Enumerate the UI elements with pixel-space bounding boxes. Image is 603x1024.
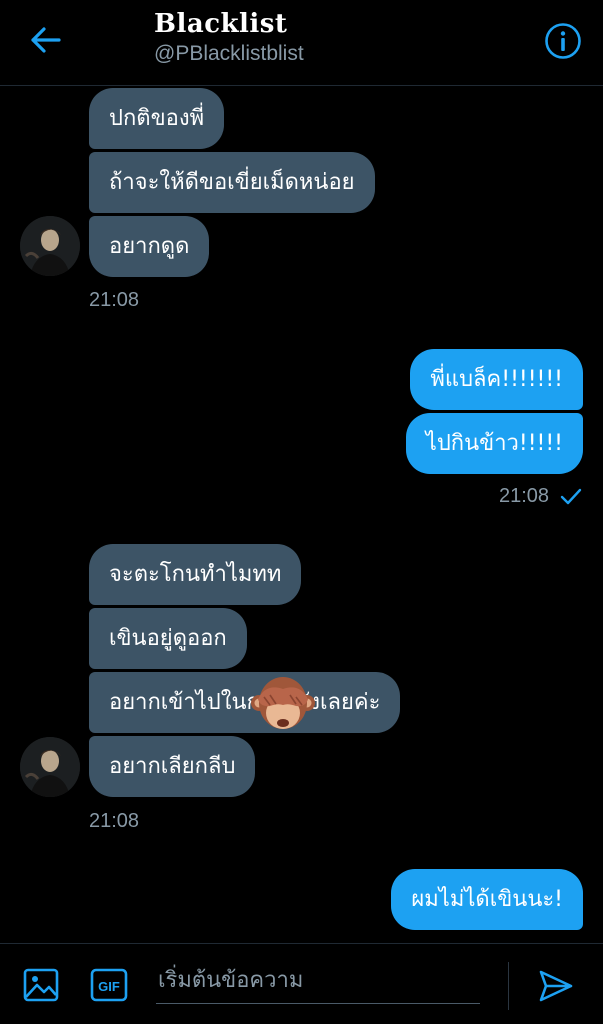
conversation-title: Blacklist xyxy=(154,9,288,39)
avatar[interactable] xyxy=(20,216,80,276)
back-button[interactable] xyxy=(26,20,66,60)
add-image-button[interactable] xyxy=(22,966,60,1004)
send-button[interactable] xyxy=(534,964,578,1008)
composer-divider xyxy=(508,962,509,1010)
incoming-message[interactable]: จะตะโกนทำไมทท xyxy=(89,544,302,605)
info-circle-icon xyxy=(545,23,581,59)
message-timestamp: 21:08 xyxy=(89,810,140,832)
conversation-title-block[interactable]: Blacklist @PBlacklistblist xyxy=(154,8,304,68)
chat-header: Blacklist @PBlacklistblist xyxy=(0,0,603,86)
avatar[interactable] xyxy=(20,737,80,797)
incoming-message[interactable]: ถ้าจะให้ดีขอเขี่ยเม็ดหน่อย xyxy=(89,152,375,213)
gif-icon: GIF xyxy=(90,968,128,1002)
message-timestamp: 21:08 xyxy=(89,289,140,311)
outgoing-message[interactable]: ผมไม่ได้เขินนะ! xyxy=(391,869,583,930)
add-gif-button[interactable]: GIF xyxy=(90,966,128,1004)
info-button[interactable] xyxy=(541,19,585,63)
incoming-message[interactable]: ปกติของพี่ xyxy=(89,88,225,149)
message-composer: GIF xyxy=(0,943,603,1024)
outgoing-message[interactable]: ไปกินข้าว!!!!! xyxy=(405,413,583,474)
checkmark-icon xyxy=(560,488,582,505)
conversation-handle: @PBlacklistblist xyxy=(154,42,304,65)
send-icon xyxy=(539,970,573,1002)
message-timestamp: 21:08 xyxy=(499,485,550,507)
message-input[interactable] xyxy=(156,958,480,1004)
image-icon xyxy=(23,968,59,1002)
incoming-message[interactable]: อยากดูด xyxy=(89,216,210,277)
outgoing-message[interactable]: พี่แบล็ค!!!!!!! xyxy=(410,349,583,410)
svg-text:GIF: GIF xyxy=(98,979,120,994)
arrow-left-icon xyxy=(31,27,61,53)
incoming-message[interactable]: เขินอยู่ดูออก xyxy=(89,608,247,669)
incoming-message[interactable]: อยากเลียกลีบ xyxy=(89,736,256,797)
incoming-message[interactable]: อยากเข้าไปในกลางจังเลยค่ะ xyxy=(89,672,401,733)
see-no-evil-monkey-emoji xyxy=(251,677,315,729)
